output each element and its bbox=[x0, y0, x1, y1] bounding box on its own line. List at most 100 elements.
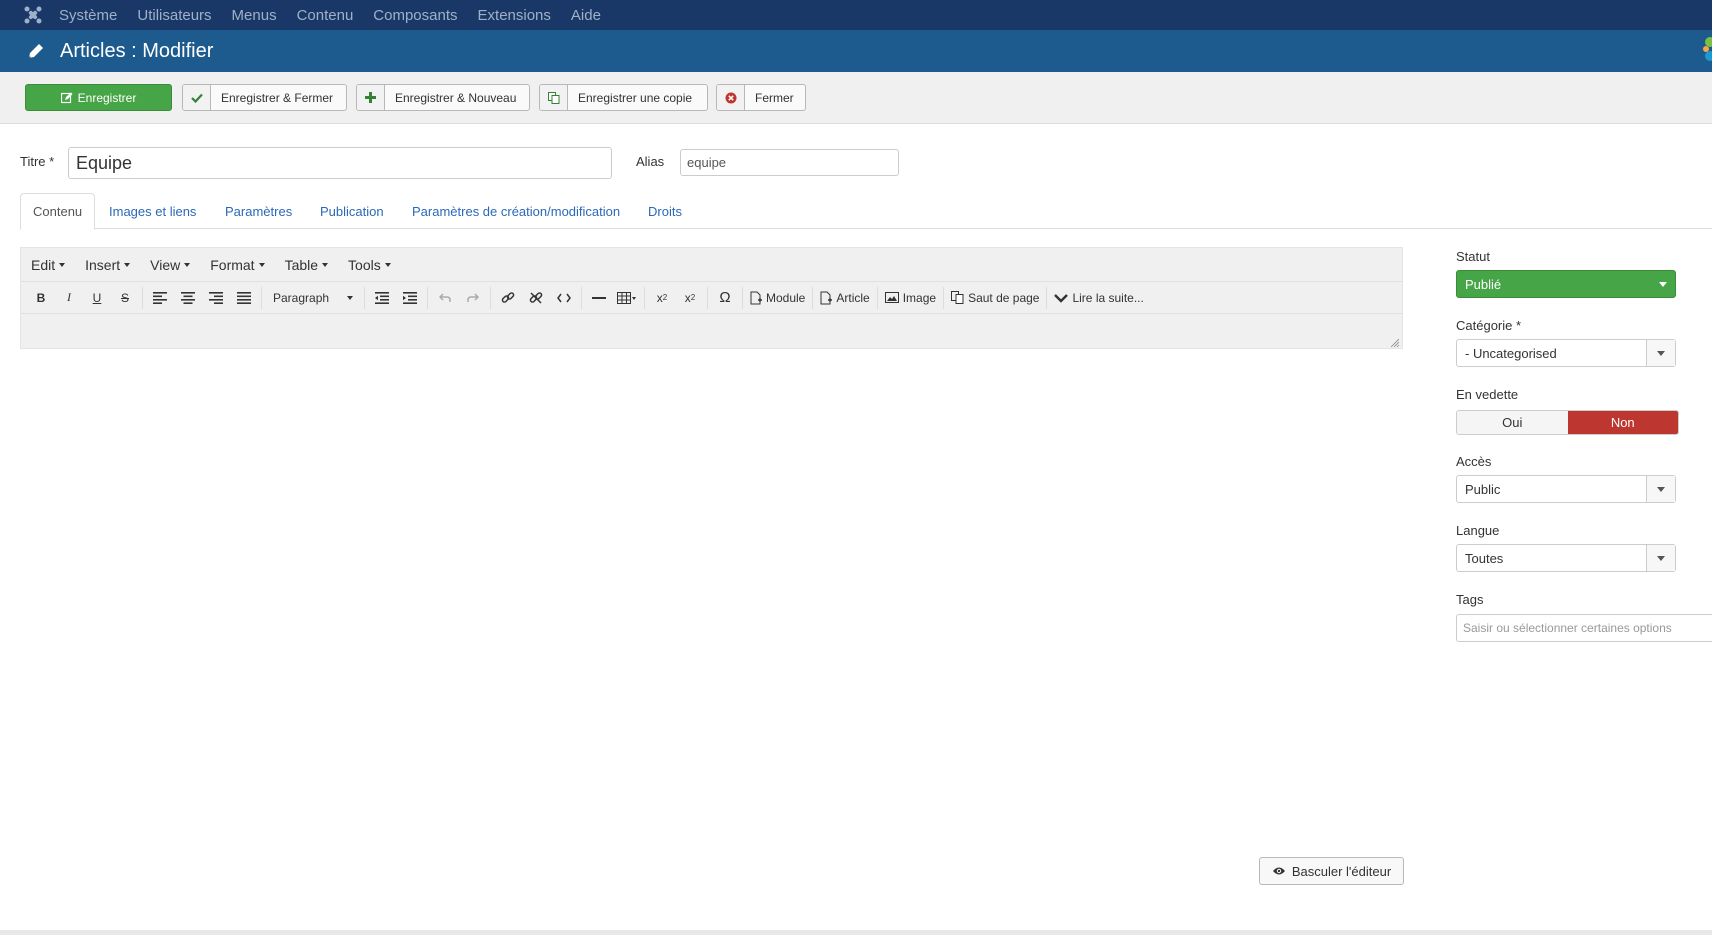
align-center-icon[interactable] bbox=[174, 285, 202, 311]
language-select[interactable]: Toutes bbox=[1456, 544, 1676, 572]
editor-menu-view[interactable]: View bbox=[150, 257, 191, 273]
tab-images-liens[interactable]: Images et liens bbox=[109, 193, 196, 229]
insert-module-button[interactable]: Module bbox=[746, 285, 809, 311]
access-label: Accès bbox=[1456, 454, 1492, 469]
access-value: Public bbox=[1465, 481, 1501, 497]
editor-menu-table[interactable]: Table bbox=[285, 257, 329, 273]
status-label: Statut bbox=[1456, 249, 1490, 264]
copy-icon bbox=[951, 291, 964, 304]
menu-extensions[interactable]: Extensions bbox=[478, 7, 551, 24]
superscript-icon[interactable]: x2 bbox=[676, 285, 704, 311]
tags-placeholder: Saisir ou sélectionner certaines options bbox=[1463, 621, 1672, 635]
toggle-editor-label: Basculer l'éditeur bbox=[1291, 863, 1392, 879]
save-new-button[interactable]: Enregistrer & Nouveau bbox=[356, 84, 530, 111]
editor-format-toolbar: B I U S Paragraph x2 x2 Ω Module Article bbox=[21, 282, 1402, 314]
underline-icon[interactable]: U bbox=[83, 285, 111, 311]
menu-contenu[interactable]: Contenu bbox=[297, 7, 354, 24]
top-navbar: Système Utilisateurs Menus Contenu Compo… bbox=[0, 0, 1712, 30]
align-left-icon[interactable] bbox=[146, 285, 174, 311]
featured-yes-button[interactable]: Oui bbox=[1457, 411, 1568, 434]
alias-label: Alias bbox=[636, 154, 665, 169]
special-char-icon[interactable]: Ω bbox=[711, 285, 739, 311]
title-label: Titre * bbox=[20, 154, 55, 169]
indent-icon[interactable] bbox=[396, 285, 424, 311]
save-button[interactable]: Enregistrer bbox=[25, 84, 172, 111]
tab-creation-modification[interactable]: Paramètres de création/modification bbox=[412, 193, 620, 229]
align-right-icon[interactable] bbox=[202, 285, 230, 311]
editor-menu-tools[interactable]: Tools bbox=[348, 257, 391, 273]
subscript-icon[interactable]: x2 bbox=[648, 285, 676, 311]
picture-icon bbox=[884, 292, 899, 303]
menu-systeme[interactable]: Système bbox=[59, 7, 117, 24]
code-icon[interactable] bbox=[550, 285, 578, 311]
joomla-brand-icon bbox=[1698, 30, 1712, 72]
close-circle-icon bbox=[717, 85, 745, 110]
tab-parametres[interactable]: Paramètres bbox=[225, 193, 292, 229]
status-select[interactable]: Publié bbox=[1456, 270, 1676, 298]
close-button[interactable]: Fermer bbox=[716, 84, 806, 111]
chevron-down-icon bbox=[1054, 293, 1069, 303]
alias-input[interactable] bbox=[680, 149, 899, 176]
outdent-icon[interactable] bbox=[368, 285, 396, 311]
undo-icon[interactable] bbox=[431, 285, 459, 311]
italic-icon[interactable]: I bbox=[55, 285, 83, 311]
caret-down-icon bbox=[1646, 545, 1675, 571]
link-icon[interactable] bbox=[494, 285, 522, 311]
readmore-button[interactable]: Lire la suite... bbox=[1050, 285, 1147, 311]
table-icon[interactable] bbox=[613, 285, 641, 311]
joomla-logo-icon[interactable] bbox=[20, 0, 46, 30]
category-select[interactable]: - Uncategorised bbox=[1456, 339, 1676, 367]
save-close-button[interactable]: Enregistrer & Fermer bbox=[182, 84, 347, 111]
save-close-label: Enregistrer & Fermer bbox=[221, 90, 334, 105]
edit-icon bbox=[60, 92, 73, 104]
action-toolbar: Enregistrer Enregistrer & Fermer Enregis… bbox=[0, 72, 1712, 124]
category-label: Catégorie * bbox=[1456, 318, 1522, 333]
file-add-icon bbox=[820, 291, 833, 305]
redo-icon[interactable] bbox=[459, 285, 487, 311]
caret-down-icon bbox=[1646, 340, 1675, 366]
title-input[interactable] bbox=[68, 147, 612, 179]
save-new-label: Enregistrer & Nouveau bbox=[395, 90, 517, 105]
caret-down-icon bbox=[1659, 282, 1667, 287]
rich-text-editor: Edit Insert View Format Table Tools B I … bbox=[20, 247, 1403, 349]
horizontal-rule-icon[interactable] bbox=[585, 285, 613, 311]
plus-icon bbox=[357, 85, 385, 110]
menu-utilisateurs[interactable]: Utilisateurs bbox=[137, 7, 211, 24]
featured-label: En vedette bbox=[1456, 387, 1519, 402]
status-value: Publié bbox=[1465, 276, 1502, 292]
format-select[interactable]: Paragraph bbox=[265, 285, 361, 311]
insert-image-button[interactable]: Image bbox=[881, 285, 940, 311]
insert-article-button[interactable]: Article bbox=[816, 285, 873, 311]
menu-composants[interactable]: Composants bbox=[373, 7, 457, 24]
tab-droits[interactable]: Droits bbox=[648, 193, 682, 229]
close-label: Fermer bbox=[755, 90, 794, 105]
language-value: Toutes bbox=[1465, 550, 1504, 566]
access-select[interactable]: Public bbox=[1456, 475, 1676, 503]
strikethrough-icon[interactable]: S bbox=[111, 285, 139, 311]
featured-no-button[interactable]: Non bbox=[1567, 411, 1678, 434]
menu-menus[interactable]: Menus bbox=[232, 7, 277, 24]
toggle-editor-button[interactable]: Basculer l'éditeur bbox=[1259, 857, 1404, 885]
editor-menu-insert[interactable]: Insert bbox=[85, 257, 131, 273]
check-icon bbox=[183, 85, 211, 110]
tab-publication[interactable]: Publication bbox=[320, 193, 384, 229]
resize-handle-icon[interactable] bbox=[1390, 336, 1400, 348]
file-add-icon bbox=[750, 291, 762, 305]
bold-icon[interactable]: B bbox=[27, 285, 55, 311]
pagebreak-button[interactable]: Saut de page bbox=[947, 285, 1043, 311]
editor-menu-format[interactable]: Format bbox=[210, 257, 265, 273]
language-label: Langue bbox=[1456, 523, 1500, 538]
save-label: Enregistrer bbox=[77, 90, 137, 105]
tab-contenu[interactable]: Contenu bbox=[20, 193, 96, 230]
page-title: Articles : Modifier bbox=[60, 39, 214, 62]
save-copy-label: Enregistrer une copie bbox=[578, 90, 693, 105]
editor-menu-edit[interactable]: Edit bbox=[31, 257, 66, 273]
featured-toggle: Oui Non bbox=[1456, 410, 1679, 435]
tags-input[interactable]: Saisir ou sélectionner certaines options bbox=[1456, 614, 1712, 642]
pencil-icon bbox=[24, 39, 48, 63]
save-copy-button[interactable]: Enregistrer une copie bbox=[539, 84, 708, 111]
align-justify-icon[interactable] bbox=[230, 285, 258, 311]
menu-aide[interactable]: Aide bbox=[571, 7, 601, 24]
footer-divider bbox=[0, 930, 1712, 935]
unlink-icon[interactable] bbox=[522, 285, 550, 311]
